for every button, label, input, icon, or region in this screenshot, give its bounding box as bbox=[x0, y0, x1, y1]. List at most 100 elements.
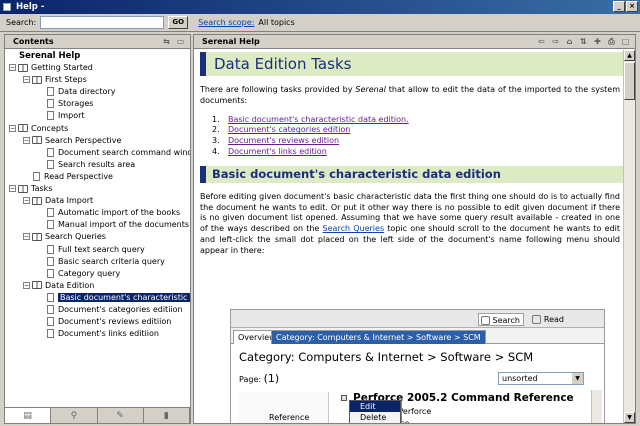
tree-item[interactable]: − Data Edition bbox=[5, 280, 190, 292]
tree-item-label: First Steps bbox=[45, 75, 87, 85]
tree-item[interactable]: − Data Import bbox=[5, 195, 190, 207]
content-title: Serenal Help bbox=[202, 37, 260, 46]
menu-item-edit: Edit bbox=[350, 401, 400, 412]
tree-item[interactable]: − Getting Started bbox=[5, 62, 190, 74]
task-list: 1. Basic document's characteristic data e… bbox=[212, 115, 623, 158]
index-tab-icon[interactable]: ⚲ bbox=[51, 408, 98, 423]
tree-item[interactable]: − Tasks bbox=[5, 183, 190, 195]
scroll-down-icon[interactable]: ▼ bbox=[624, 412, 635, 423]
tree-item[interactable]: − Concepts bbox=[5, 123, 190, 135]
task-list-item: 2. Document's categories edition bbox=[212, 125, 623, 136]
tree-item-label: Full text search query bbox=[58, 244, 145, 254]
show-in-contents-icon[interactable]: ⇅ bbox=[578, 36, 589, 47]
contents-header: Contents ⇆ ▭ bbox=[5, 35, 190, 49]
tree-item[interactable]: Manual import of the documents bbox=[5, 219, 190, 231]
tree-item[interactable]: − Search Perspective bbox=[5, 135, 190, 147]
tree-item[interactable]: Import bbox=[5, 110, 190, 122]
tree-item[interactable]: Basic search criteria query bbox=[5, 256, 190, 268]
maximize-icon[interactable]: ▢ bbox=[620, 36, 631, 47]
task-link[interactable]: Document's links edition bbox=[228, 147, 327, 156]
tree-item[interactable]: Storages bbox=[5, 98, 190, 110]
tree-item[interactable]: Document's categories editiion bbox=[5, 304, 190, 316]
collapse-icon[interactable]: − bbox=[23, 233, 30, 241]
tree-item[interactable]: − Search Queries bbox=[5, 231, 190, 243]
collapse-icon[interactable]: − bbox=[23, 136, 30, 144]
minimize-button[interactable]: _ bbox=[613, 1, 625, 12]
tree-item-label: Data Import bbox=[45, 196, 94, 206]
home-icon[interactable]: ⌂ bbox=[564, 36, 575, 47]
book-icon bbox=[32, 136, 42, 145]
back-icon[interactable]: ⇦ bbox=[536, 36, 547, 47]
collapse-icon[interactable]: − bbox=[9, 124, 16, 132]
embedded-scrollbar bbox=[591, 390, 602, 423]
book-icon bbox=[18, 63, 28, 72]
tree-item[interactable]: Basic document's characteristic data edi… bbox=[5, 292, 190, 304]
search-results-tab-icon[interactable]: ✎ bbox=[98, 408, 144, 423]
forward-icon[interactable]: ⇨ bbox=[550, 36, 561, 47]
print-icon[interactable]: ⎙ bbox=[606, 36, 617, 47]
tree-item[interactable]: − First Steps bbox=[5, 74, 190, 86]
help-document: Data Edition Tasks There are following t… bbox=[194, 50, 623, 423]
task-link[interactable]: Basic document's characteristic data edi… bbox=[228, 115, 409, 124]
category-tab: Category: Computers & Internet > Softwar… bbox=[271, 330, 486, 344]
tree-item-label: Manual import of the documents bbox=[58, 220, 190, 230]
link-with-contents-icon[interactable]: ⇆ bbox=[161, 36, 172, 47]
tree-item-label: Data directory bbox=[58, 87, 116, 97]
tree-item-label: Serenal Help bbox=[19, 51, 81, 61]
category-title: Category: Computers & Internet > Softwar… bbox=[239, 350, 534, 364]
page-icon bbox=[47, 329, 54, 339]
page-icon bbox=[33, 171, 40, 181]
tree-item[interactable]: Search results area bbox=[5, 159, 190, 171]
task-list-item: 1. Basic document's characteristic data e… bbox=[212, 115, 623, 126]
task-number: 4. bbox=[212, 146, 220, 156]
reference-pane: Reference bbox=[239, 392, 329, 423]
collapse-icon[interactable]: − bbox=[23, 76, 30, 84]
tree-item[interactable]: Read Perspective bbox=[5, 171, 190, 183]
bookmark-icon[interactable]: ✚ bbox=[592, 36, 603, 47]
search-scope-link[interactable]: Search scope: bbox=[198, 18, 254, 27]
page-icon bbox=[47, 99, 54, 109]
tree-item[interactable]: Serenal Help bbox=[5, 50, 190, 62]
embedded-screenshot: Search Read Overview Category: Computers… bbox=[230, 309, 605, 423]
scroll-up-icon[interactable]: ▲ bbox=[624, 50, 635, 61]
search-input[interactable] bbox=[40, 16, 165, 29]
vertical-scrollbar[interactable]: ▲ ▼ bbox=[623, 50, 635, 423]
tree-item-label: Storages bbox=[58, 99, 94, 109]
tree-item-label: Search results area bbox=[58, 159, 136, 169]
go-button[interactable]: GO bbox=[168, 16, 189, 29]
collapse-icon[interactable]: − bbox=[9, 64, 16, 72]
tree-item[interactable]: Document search command window bbox=[5, 147, 190, 159]
search-scope-value: All topics bbox=[258, 18, 295, 27]
tree-item-label: Read Perspective bbox=[44, 171, 113, 181]
task-link[interactable]: Document's reviews edition bbox=[228, 136, 339, 145]
page-icon bbox=[47, 208, 54, 218]
page-icon bbox=[47, 159, 54, 169]
tree-item-label: Concepts bbox=[31, 123, 69, 133]
tree-item-label: Automatic import of the books bbox=[58, 208, 181, 218]
task-link[interactable]: Document's categories edition bbox=[228, 125, 350, 134]
tree-item[interactable]: Full text search query bbox=[5, 244, 190, 256]
close-button[interactable]: × bbox=[626, 1, 638, 12]
scroll-thumb[interactable] bbox=[624, 62, 635, 100]
collapse-all-icon[interactable]: ▭ bbox=[175, 36, 186, 47]
search-queries-link[interactable]: Search Queries bbox=[323, 224, 385, 233]
contents-tab-icon[interactable]: ▤ bbox=[5, 408, 52, 423]
document-dot-icon bbox=[341, 395, 347, 401]
tree-item-label: Search Queries bbox=[45, 232, 106, 242]
tree-item[interactable]: Category query bbox=[5, 268, 190, 280]
tree-item[interactable]: Automatic import of the books bbox=[5, 207, 190, 219]
collapse-icon[interactable]: − bbox=[23, 197, 30, 205]
task-number: 1. bbox=[212, 114, 220, 124]
tree-item[interactable]: Data directory bbox=[5, 86, 190, 98]
book-icon bbox=[18, 124, 28, 133]
page-icon bbox=[47, 87, 54, 97]
search-icon bbox=[480, 316, 490, 325]
page-icon bbox=[47, 111, 54, 121]
collapse-icon[interactable]: − bbox=[9, 185, 16, 193]
tree-item-label: Import bbox=[58, 111, 85, 121]
tree-item[interactable]: Document's reviews editiion bbox=[5, 316, 190, 328]
tree-item[interactable]: Document's links editiion bbox=[5, 328, 190, 340]
content-header: Serenal Help ⇦ ⇨ ⌂ ⇅ ✚ ⎙ ▢ bbox=[194, 35, 635, 49]
collapse-icon[interactable]: − bbox=[23, 281, 30, 289]
bookmarks-tab-icon[interactable]: ▮ bbox=[144, 408, 190, 423]
